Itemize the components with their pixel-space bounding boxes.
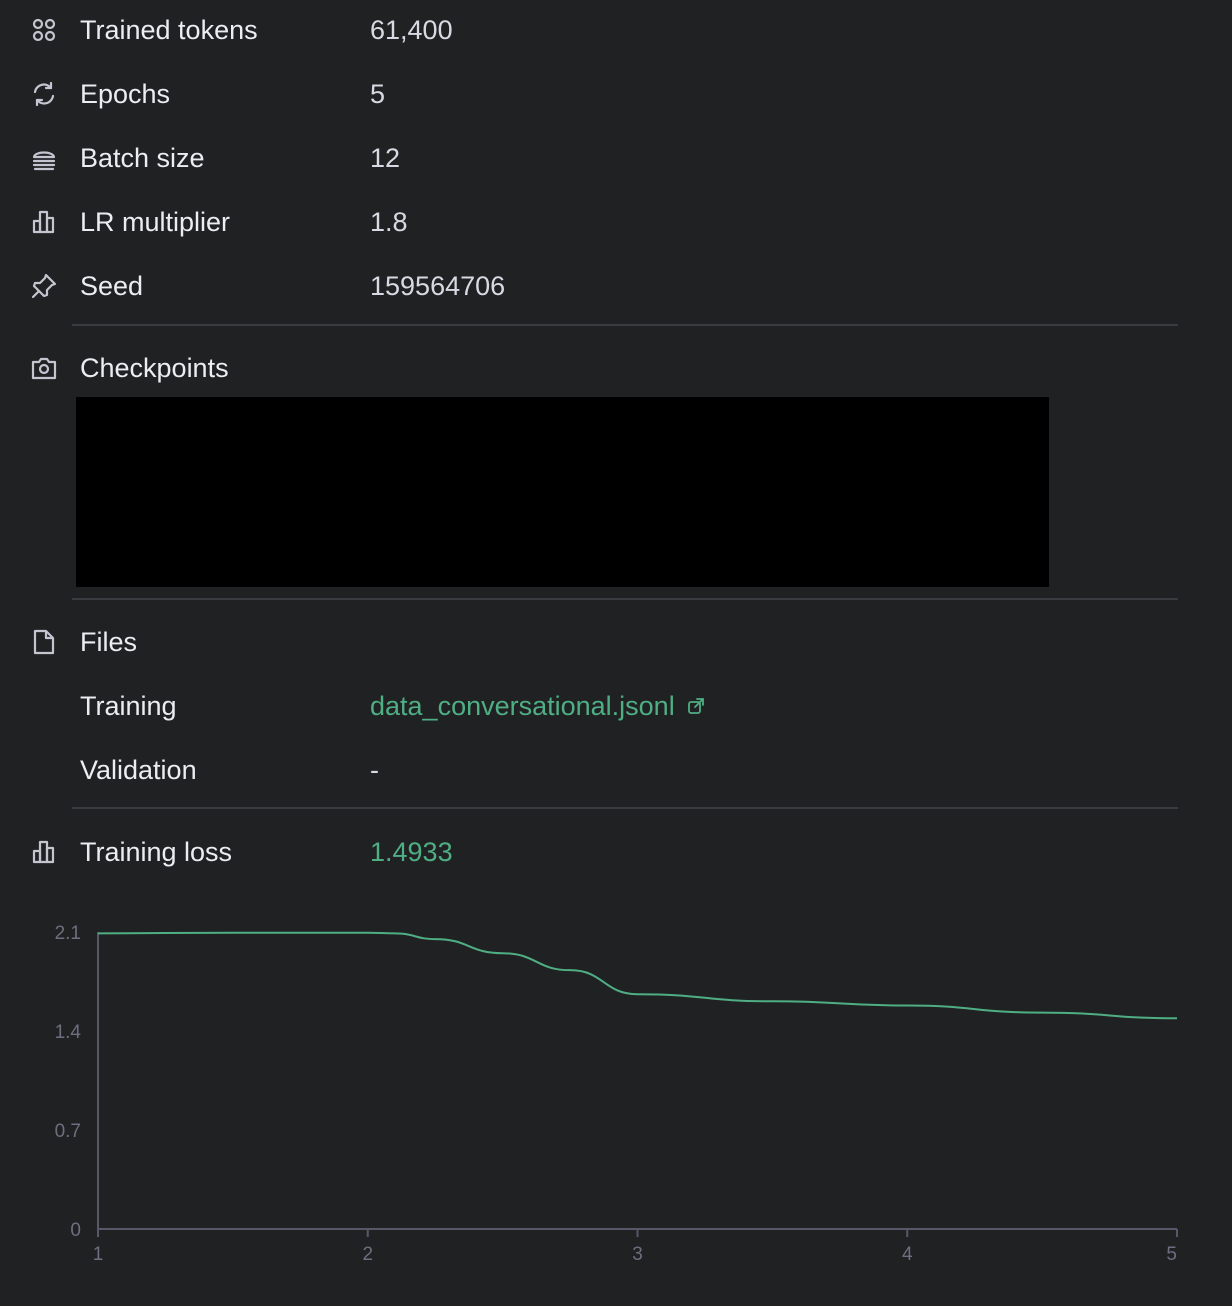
pin-icon [30,272,58,300]
grid-dots-icon [30,16,58,44]
training-loss-chart: 0 0.7 1.4 2.1 1 2 3 4 5 [55,923,1178,1265]
trained-tokens-row: Trained tokens 61,400 [0,10,1232,50]
seed-row: Seed 159564706 [0,266,1232,306]
training-loss-row: Training loss 1.4933 [0,832,1232,872]
seed-label: Seed [80,271,144,301]
batch-size-row: Batch size 12 [0,138,1232,178]
y-tick-label: 1.4 [55,1022,82,1043]
checkpoints-label: Checkpoints [80,353,229,383]
bar-chart-icon [30,838,58,866]
x-tick-label: 5 [1166,1244,1177,1265]
files-row: Files [0,622,1232,662]
seed-value: 159564706 [370,271,506,301]
x-tick-label: 3 [632,1244,643,1265]
file-icon [30,628,58,656]
lr-multiplier-row: LR multiplier 1.8 [0,202,1232,242]
trained-tokens-value: 61,400 [370,15,453,45]
divider [72,324,1178,326]
training-file-link[interactable]: data_conversational.jsonl [370,691,705,721]
lr-multiplier-value: 1.8 [370,207,408,237]
checkpoints-row: Checkpoints [0,348,1232,388]
files-label: Files [80,627,138,657]
epochs-label: Epochs [80,79,171,109]
loss-series-line [97,931,1178,1020]
training-loss-label: Training loss [80,837,233,867]
x-tick-label: 1 [93,1244,104,1265]
external-link-icon[interactable] [687,697,705,715]
training-loss-value: 1.4933 [370,837,453,867]
divider [72,807,1178,809]
camera-icon [30,354,58,382]
batch-size-label: Batch size [80,143,205,173]
stack-icon [30,144,58,172]
training-file-row: Training data_conversational.jsonl [0,686,1232,726]
y-tick-label: 0 [70,1220,81,1241]
x-tick-label: 4 [902,1244,913,1265]
y-tick-label: 2.1 [55,923,81,944]
training-file-label: Training [80,691,177,721]
training-file-name[interactable]: data_conversational.jsonl [370,691,675,721]
batch-size-value: 12 [370,143,401,173]
validation-file-value: - [370,755,379,785]
y-tick-label: 0.7 [55,1121,81,1142]
trained-tokens-label: Trained tokens [80,15,258,45]
validation-file-row: Validation - [0,750,1232,790]
redacted-checkpoints-block [76,397,1049,587]
x-tick-label: 2 [362,1244,373,1265]
epochs-value: 5 [370,79,386,109]
epochs-row: Epochs 5 [0,74,1232,114]
validation-file-label: Validation [80,755,197,785]
refresh-icon [30,80,58,108]
lr-multiplier-label: LR multiplier [80,207,231,237]
divider [72,598,1178,600]
fine-tune-job-details: Trained tokens 61,400 Epochs 5 Batch siz… [0,0,1232,1306]
bar-chart-icon [30,208,58,236]
